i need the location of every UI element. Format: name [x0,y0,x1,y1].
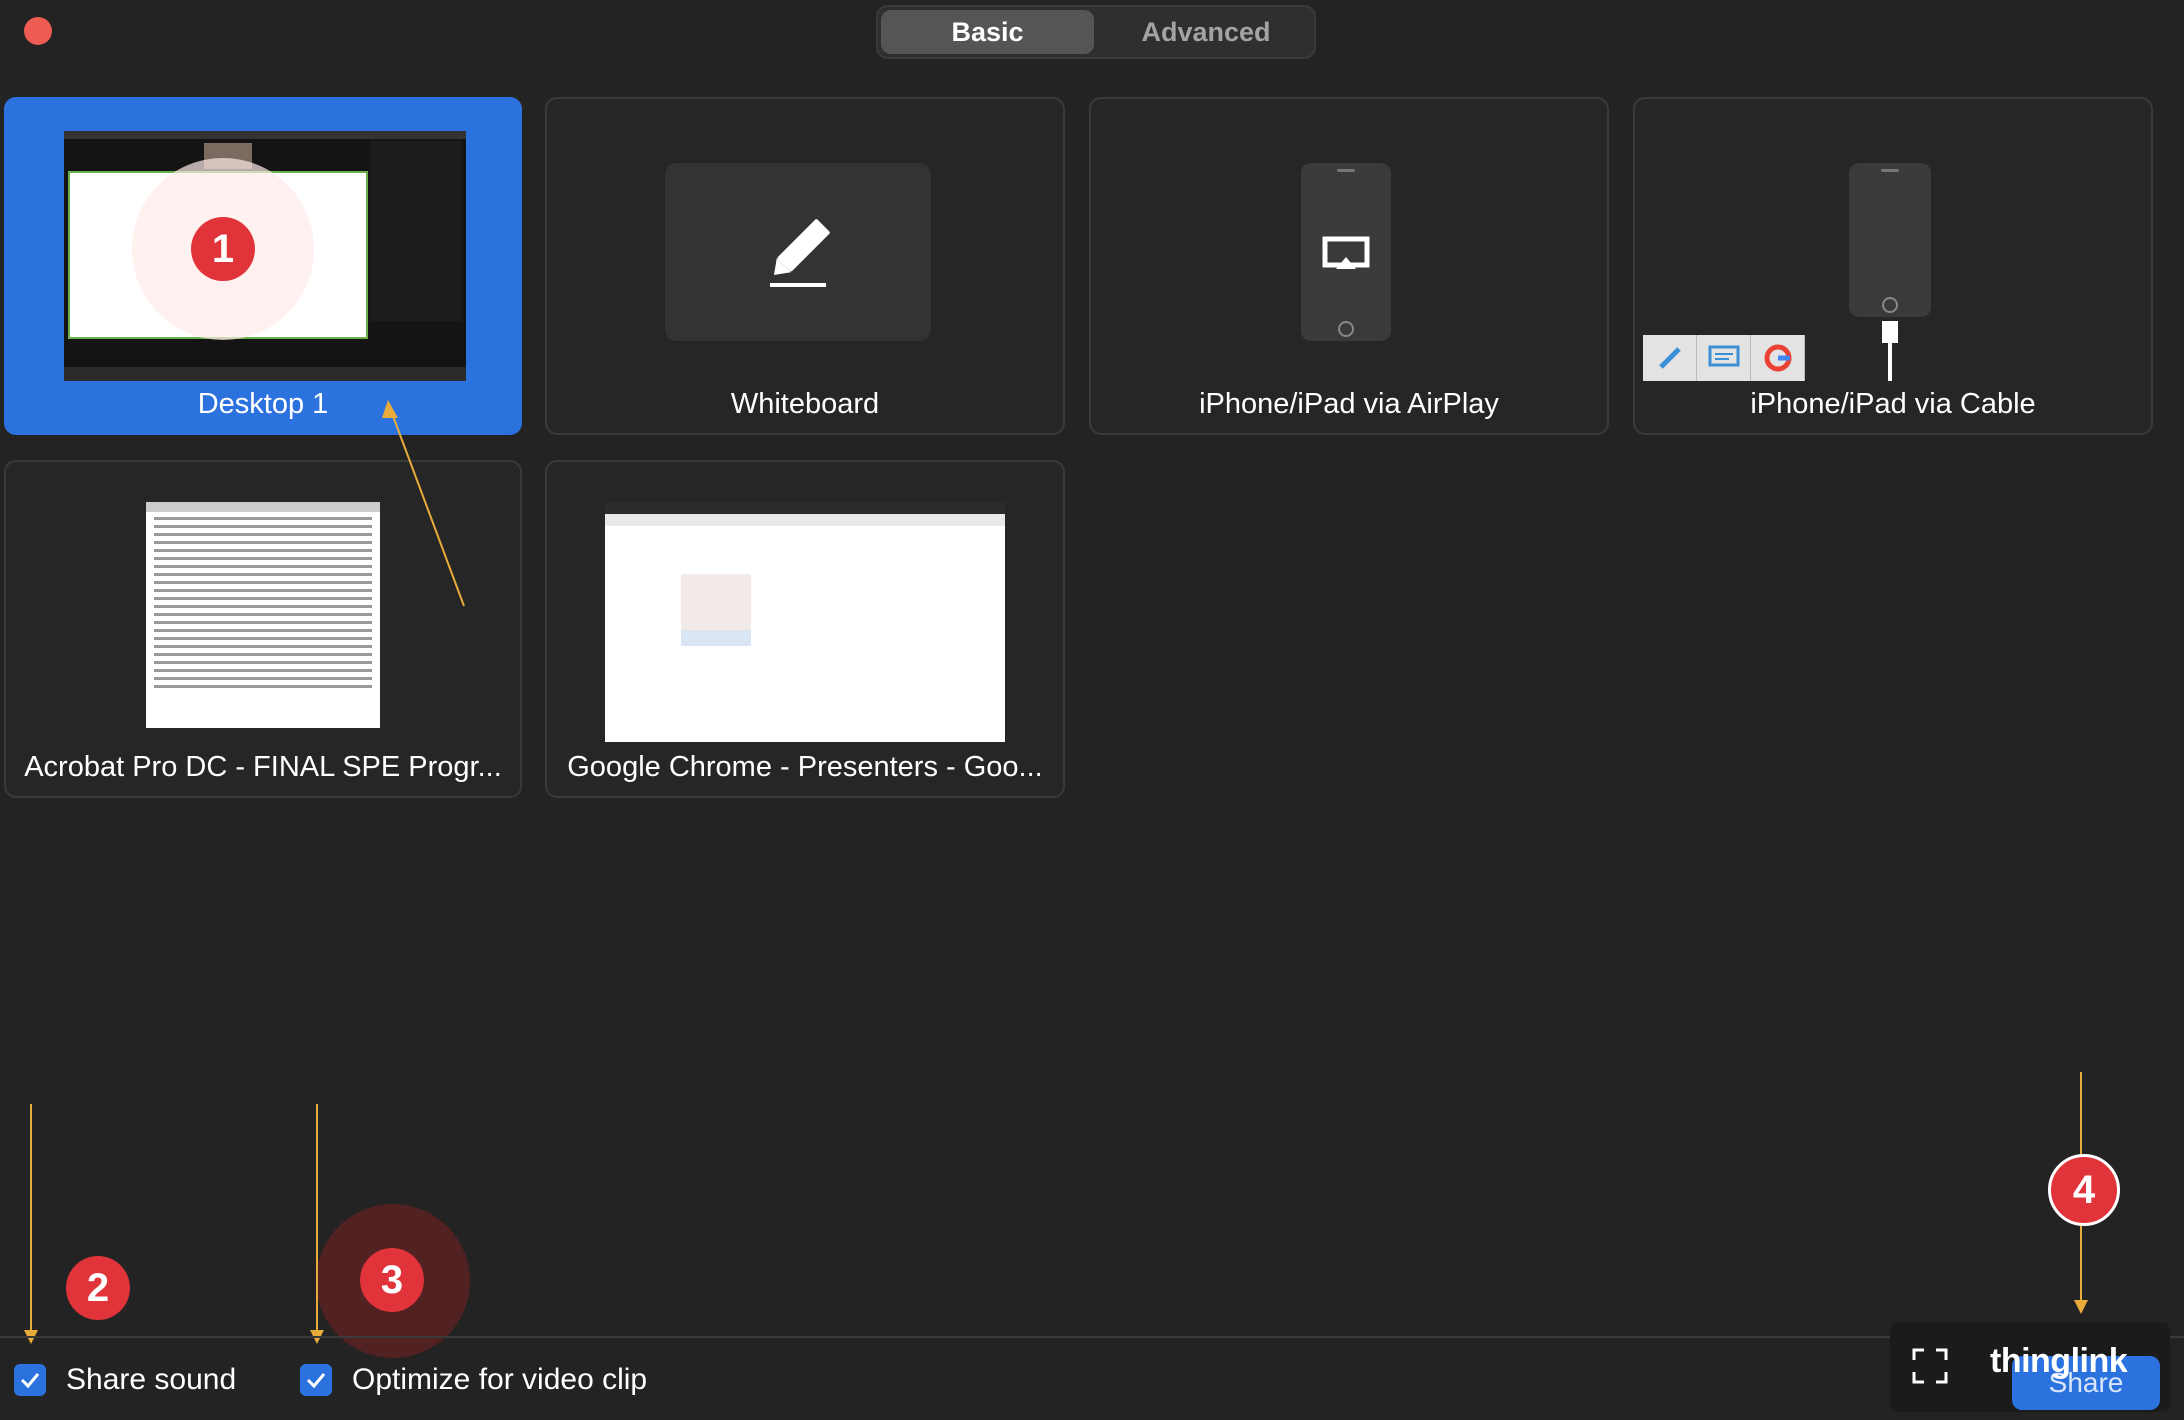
airplay-icon [1322,236,1370,269]
step-badge-2: 2 [66,1256,130,1320]
annotation-arrow-head [2074,1300,2088,1314]
checkmark-icon [306,1373,326,1389]
chrome-window-preview [605,502,1005,742]
annotation-arrow [382,400,465,607]
source-tile-cable[interactable]: iPhone/iPad via Cable [1633,97,2153,435]
annotation-arrow [30,1104,32,1334]
phone-preview [1849,163,1931,317]
share-sound-checkbox[interactable] [14,1364,46,1396]
step-badge-1: 1 [191,217,255,281]
source-tile-chrome[interactable]: Google Chrome - Presenters - Goo... [545,460,1065,798]
checkmark-icon [20,1373,40,1389]
comment-icon [1697,335,1751,381]
pen-icon [1643,335,1697,381]
tile-label: Whiteboard [730,388,880,420]
tile-label: iPhone/iPad via AirPlay [1199,388,1499,420]
fullscreen-icon[interactable] [1910,1346,1950,1386]
thinglink-logo: thinglink [1990,1342,2128,1380]
annotation-arrow [316,1104,318,1334]
tab-basic[interactable]: Basic [881,10,1094,54]
acrobat-window-preview [146,502,380,728]
google-icon [1751,335,1805,381]
share-sound-label: Share sound [66,1363,237,1396]
annotation-tools-overlay [1643,335,1805,381]
tab-advanced[interactable]: Advanced [1098,10,1314,54]
tile-label: iPhone/iPad via Cable [1750,388,2036,420]
source-tile-airplay[interactable]: iPhone/iPad via AirPlay [1089,97,1609,435]
optimize-video-label: Optimize for video clip [352,1363,648,1396]
cable-icon [1882,321,1898,381]
step-badge-4: 4 [2048,1154,2120,1226]
pencil-icon [770,219,830,287]
phone-preview [1301,163,1391,341]
whiteboard-preview [665,163,931,341]
optimize-video-checkbox[interactable] [300,1364,332,1396]
tile-label: Google Chrome - Presenters - Goo... [567,751,1043,783]
footer-divider [0,1336,2184,1338]
source-tile-whiteboard[interactable]: Whiteboard [545,97,1065,435]
close-window-button[interactable] [24,17,52,45]
step-badge-3: 3 [360,1248,424,1312]
tab-switcher: Basic Advanced [876,5,1316,59]
tile-label: Acrobat Pro DC - FINAL SPE Progr... [24,751,502,783]
